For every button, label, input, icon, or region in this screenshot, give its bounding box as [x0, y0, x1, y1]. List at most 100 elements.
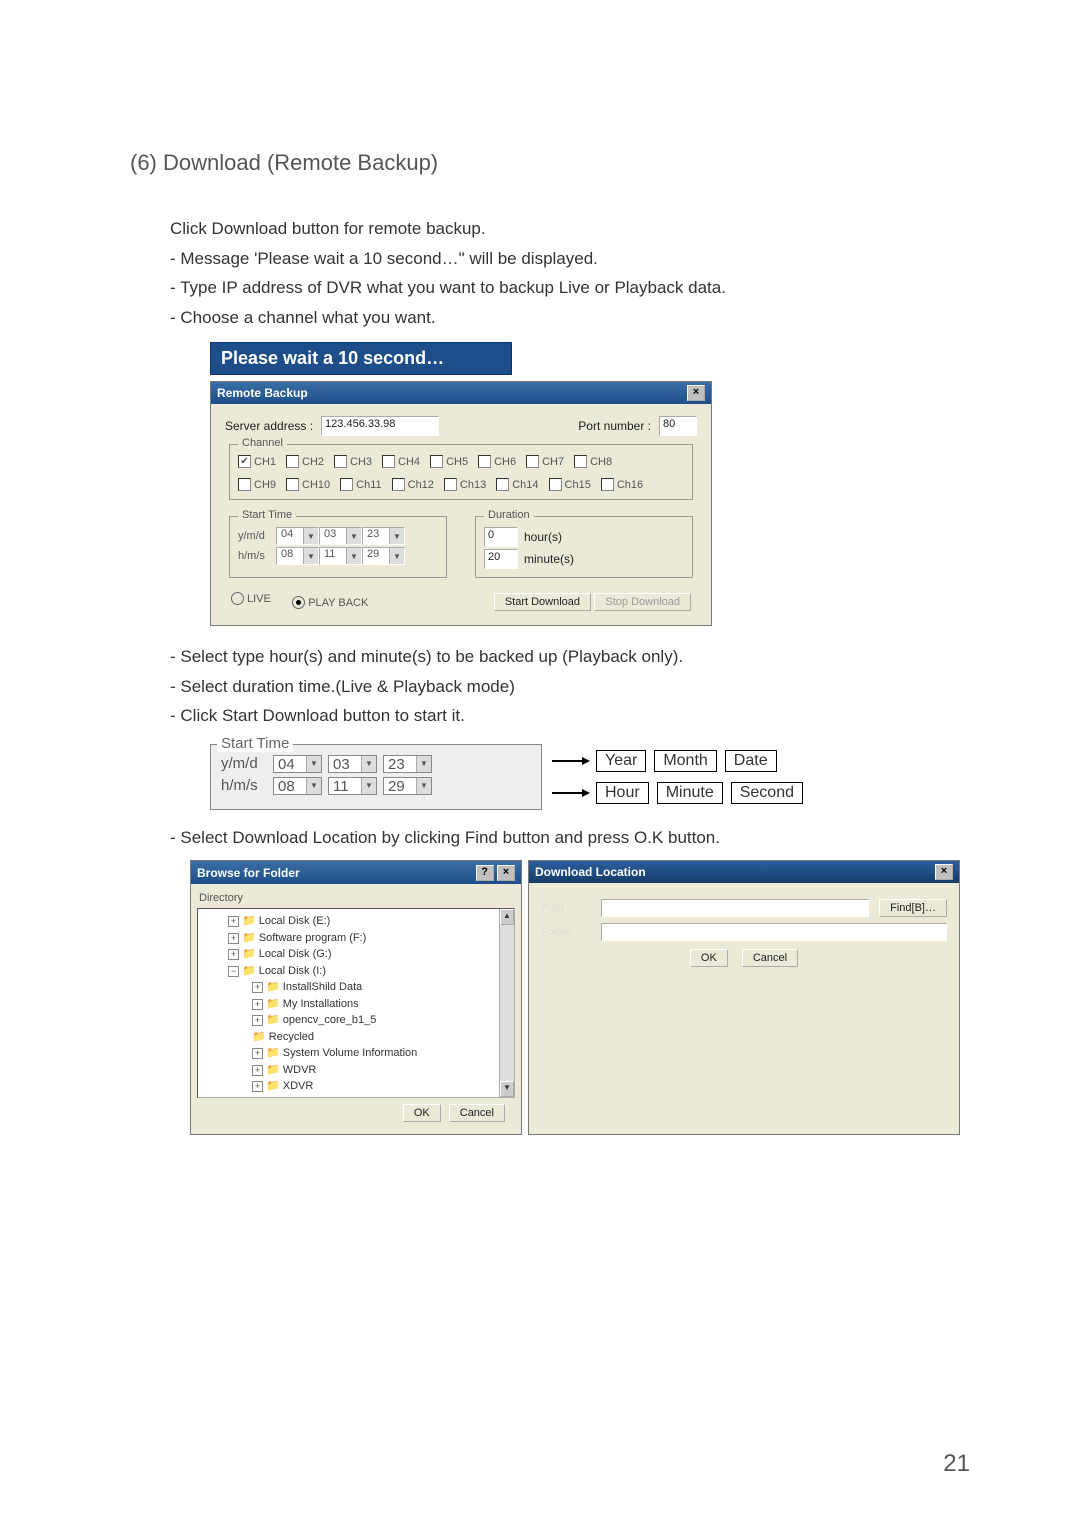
- date-combo[interactable]: 29▼: [383, 777, 432, 795]
- expand-icon[interactable]: +: [252, 999, 263, 1010]
- date-combo[interactable]: 03▼: [319, 527, 362, 545]
- chevron-down-icon[interactable]: ▼: [389, 548, 404, 564]
- date-combo[interactable]: 08▼: [276, 547, 319, 565]
- expand-icon[interactable]: +: [252, 1081, 263, 1092]
- channel-ch15[interactable]: Ch15: [549, 478, 591, 491]
- help-icon[interactable]: ?: [476, 865, 494, 881]
- chevron-down-icon[interactable]: ▼: [346, 528, 361, 544]
- scroll-up-icon[interactable]: ▲: [500, 909, 514, 925]
- date-combo[interactable]: 23▼: [383, 755, 432, 773]
- folder-icon: 📁: [266, 1064, 283, 1076]
- chevron-down-icon[interactable]: ▼: [303, 548, 318, 564]
- mode-playback-radio[interactable]: PLAY BACK: [292, 596, 368, 609]
- browse-cancel-button[interactable]: Cancel: [449, 1104, 505, 1122]
- date-combo[interactable]: 11▼: [319, 547, 362, 565]
- scroll-down-icon[interactable]: ▼: [500, 1081, 514, 1097]
- duration-hours-input[interactable]: 0: [484, 527, 518, 547]
- channel-ch10[interactable]: CH10: [286, 478, 330, 491]
- expand-icon[interactable]: +: [228, 949, 239, 960]
- chevron-down-icon[interactable]: ▼: [306, 778, 321, 794]
- channel-label: CH8: [590, 456, 612, 468]
- channel-ch8[interactable]: CH8: [574, 455, 612, 468]
- close-icon[interactable]: ×: [935, 864, 953, 880]
- mid-line: - Click Start Download button to start i…: [170, 703, 970, 729]
- tree-node-label: Local Disk (G:): [259, 948, 332, 960]
- tree-node[interactable]: −📁 Local Disk (I:): [208, 963, 510, 980]
- expand-icon[interactable]: +: [228, 916, 239, 927]
- date-combo[interactable]: 03▼: [328, 755, 377, 773]
- dloc-cancel-button[interactable]: Cancel: [742, 949, 798, 967]
- date-combo[interactable]: 08▼: [273, 777, 322, 795]
- tree-node[interactable]: +📁 System Volume Information: [208, 1045, 510, 1062]
- close-icon[interactable]: ×: [687, 385, 705, 401]
- find-button[interactable]: Find[B]…: [879, 899, 947, 917]
- date-combo[interactable]: 11▼: [328, 777, 377, 795]
- browse-ok-button[interactable]: OK: [403, 1104, 441, 1122]
- server-address-input[interactable]: 123.456.33.98: [321, 416, 439, 436]
- tree-node[interactable]: +📁 Software program (F:): [208, 930, 510, 947]
- expand-icon[interactable]: +: [252, 1015, 263, 1026]
- channel-ch11[interactable]: Ch11: [340, 478, 381, 491]
- duration-minutes-label: minute(s): [524, 552, 574, 566]
- mode-live-radio[interactable]: LIVE: [231, 592, 271, 605]
- tree-node[interactable]: 📁 Recycled: [208, 1029, 510, 1046]
- expand-icon[interactable]: +: [252, 1098, 263, 1099]
- expand-icon[interactable]: +: [228, 933, 239, 944]
- mid-line: - Select duration time.(Live & Playback …: [170, 674, 970, 700]
- channel-ch1[interactable]: ✔CH1: [238, 455, 276, 468]
- date-combo[interactable]: 04▼: [276, 527, 319, 545]
- tree-node[interactable]: +📁 My Installations: [208, 996, 510, 1013]
- channel-ch12[interactable]: Ch12: [392, 478, 434, 491]
- channel-ch6[interactable]: CH6: [478, 455, 516, 468]
- tree-node[interactable]: +📁 Local Disk (G:): [208, 946, 510, 963]
- path-label: Path: [541, 902, 591, 914]
- start-download-button[interactable]: Start Download: [494, 593, 591, 611]
- channel-ch2[interactable]: CH2: [286, 455, 324, 468]
- folder-input[interactable]: [601, 923, 947, 941]
- remote-backup-title: Remote Backup: [217, 386, 308, 400]
- channel-ch3[interactable]: CH3: [334, 455, 372, 468]
- duration-minutes-input[interactable]: 20: [484, 549, 518, 569]
- channel-ch5[interactable]: CH5: [430, 455, 468, 468]
- tree-node-label: System Volume Information: [283, 1047, 418, 1059]
- chevron-down-icon[interactable]: ▼: [306, 756, 321, 772]
- scrollbar[interactable]: ▲ ▼: [499, 909, 514, 1097]
- date-combo[interactable]: 29▼: [362, 547, 405, 565]
- channel-ch9[interactable]: CH9: [238, 478, 276, 491]
- tree-node[interactable]: +📁 InstallShild Data: [208, 979, 510, 996]
- channel-ch16[interactable]: Ch16: [601, 478, 643, 491]
- expand-icon[interactable]: +: [252, 982, 263, 993]
- folder-tree[interactable]: +📁 Local Disk (E:)+📁 Software program (F…: [197, 908, 515, 1098]
- dloc-ok-button[interactable]: OK: [690, 949, 728, 967]
- chevron-down-icon[interactable]: ▼: [303, 528, 318, 544]
- tag-second: Second: [731, 782, 803, 804]
- tree-node[interactable]: +📁 Local Disk (E:): [208, 913, 510, 930]
- tree-node[interactable]: +📁 WDVR: [208, 1062, 510, 1079]
- expand-icon[interactable]: +: [252, 1048, 263, 1059]
- chevron-down-icon[interactable]: ▼: [361, 756, 376, 772]
- tree-node[interactable]: +📁 xweb: [208, 1095, 510, 1099]
- folder-icon: 📁: [266, 1097, 283, 1099]
- date-combo[interactable]: 23▼: [362, 527, 405, 545]
- channel-legend: Channel: [238, 437, 287, 449]
- expand-icon[interactable]: +: [252, 1065, 263, 1076]
- path-input[interactable]: [601, 899, 869, 917]
- channel-ch4[interactable]: CH4: [382, 455, 420, 468]
- channel-ch13[interactable]: Ch13: [444, 478, 486, 491]
- chevron-down-icon[interactable]: ▼: [416, 778, 431, 794]
- stop-download-button[interactable]: Stop Download: [594, 593, 691, 611]
- channel-ch14[interactable]: Ch14: [496, 478, 538, 491]
- channel-ch7[interactable]: CH7: [526, 455, 564, 468]
- expand-icon[interactable]: −: [228, 966, 239, 977]
- folder-icon: 📁: [266, 1080, 283, 1092]
- close-icon[interactable]: ×: [497, 865, 515, 881]
- chevron-down-icon[interactable]: ▼: [389, 528, 404, 544]
- port-number-input[interactable]: 80: [659, 416, 697, 436]
- chevron-down-icon[interactable]: ▼: [361, 778, 376, 794]
- folder-icon: 📁: [266, 1047, 283, 1059]
- tree-node[interactable]: +📁 opencv_core_b1_5: [208, 1012, 510, 1029]
- tree-node[interactable]: +📁 XDVR: [208, 1078, 510, 1095]
- chevron-down-icon[interactable]: ▼: [346, 548, 361, 564]
- chevron-down-icon[interactable]: ▼: [416, 756, 431, 772]
- date-combo[interactable]: 04▼: [273, 755, 322, 773]
